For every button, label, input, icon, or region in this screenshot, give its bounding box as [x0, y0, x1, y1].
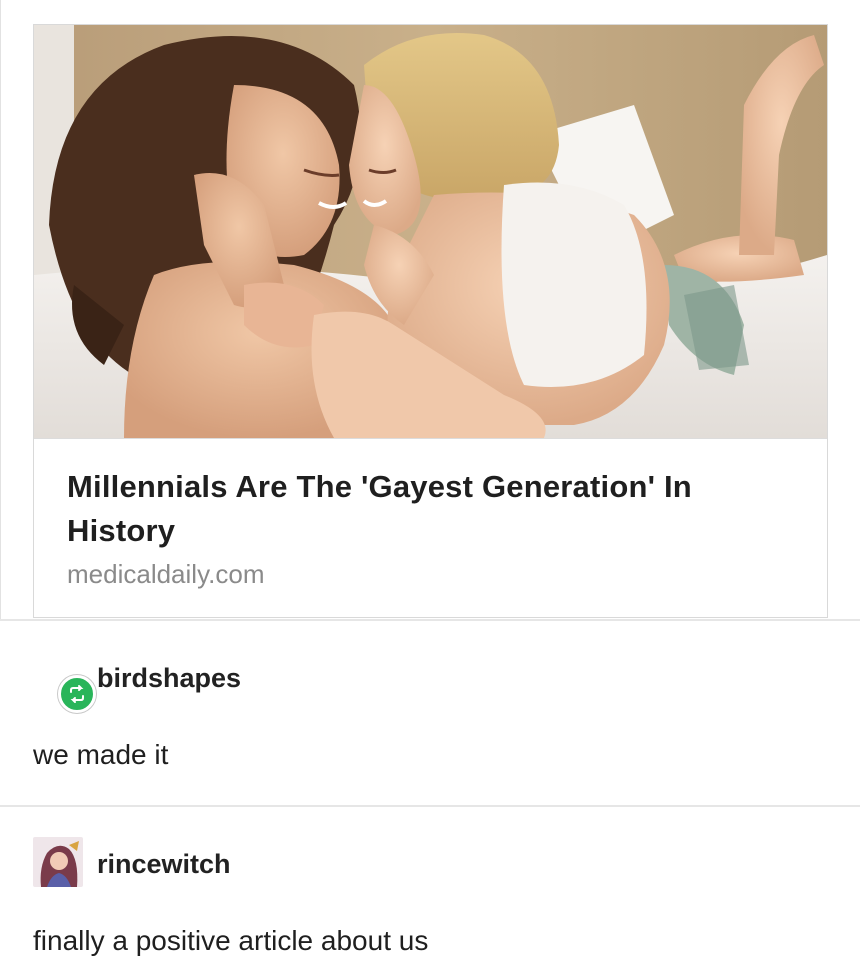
- reblog-text: we made it: [33, 739, 169, 770]
- card-left-border: [0, 0, 1, 620]
- tumblr-post: Millennials Are The 'Gayest Generation' …: [0, 0, 860, 960]
- reblog-entry: birdshapes we made it: [0, 621, 860, 807]
- username[interactable]: rincewitch: [97, 849, 231, 880]
- article-title[interactable]: Millennials Are The 'Gayest Generation' …: [67, 465, 787, 553]
- article-photo[interactable]: [34, 25, 827, 439]
- reblog-icon[interactable]: [58, 675, 96, 713]
- avatar-illustration[interactable]: [33, 837, 83, 887]
- article-source[interactable]: medicaldaily.com: [67, 559, 264, 590]
- username[interactable]: birdshapes: [97, 663, 241, 694]
- reblog-text: finally a positive article about us: [33, 925, 429, 956]
- link-preview-card[interactable]: Millennials Are The 'Gayest Generation' …: [33, 24, 828, 618]
- reblog-entry: rincewitch finally a positive article ab…: [0, 807, 860, 960]
